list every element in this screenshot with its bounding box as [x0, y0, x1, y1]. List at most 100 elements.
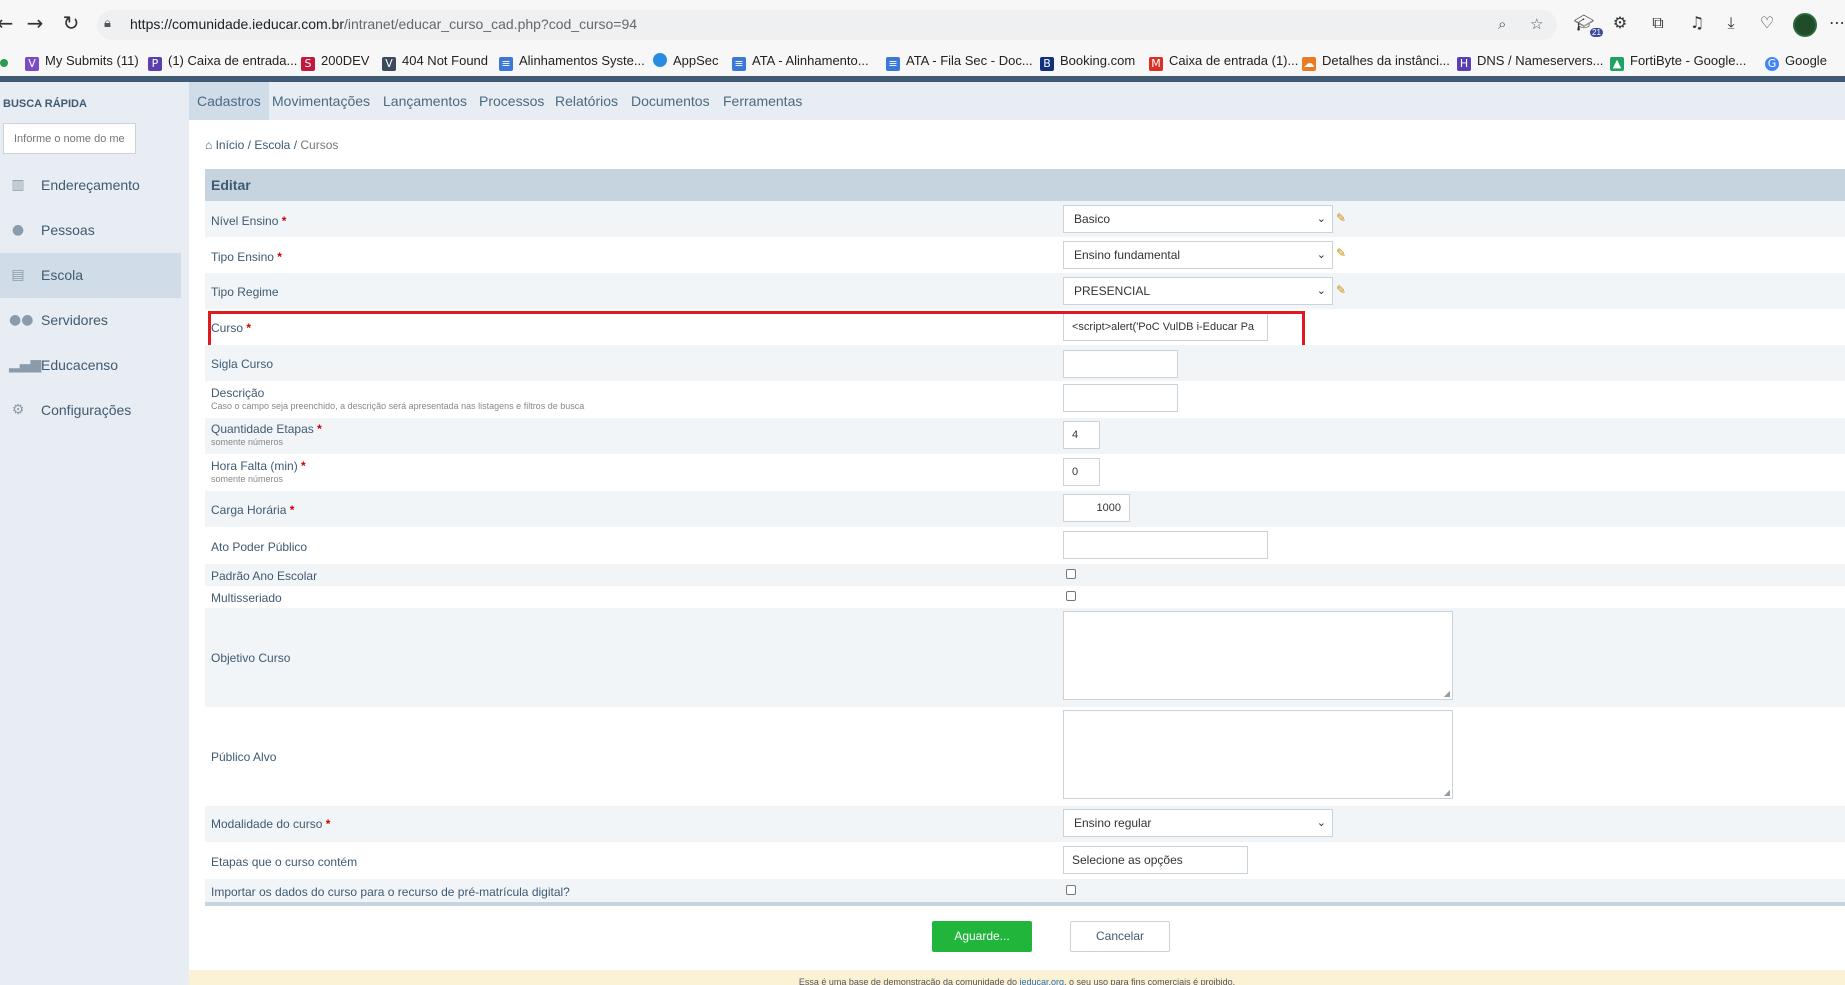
form-row-padrao-ano: Padrão Ano Escolar: [205, 564, 1845, 586]
bookmark-item[interactable]: B Booking.com: [1040, 50, 1135, 72]
save-button[interactable]: Aguarde...: [932, 921, 1032, 952]
sidebar-item-enderecamento[interactable]: ▥ Endereçamento: [0, 163, 181, 208]
menu-relatorios[interactable]: Relatórios: [547, 82, 626, 120]
objetivo-label: Objetivo Curso: [211, 651, 291, 665]
resize-handle-icon[interactable]: ◢: [1444, 788, 1450, 797]
bookmark-item[interactable]: ≡ ATA - Alinhamento...: [732, 50, 869, 72]
publico-textarea[interactable]: ◢: [1063, 710, 1453, 799]
hora-falta-input[interactable]: 0: [1063, 458, 1100, 486]
objetivo-textarea[interactable]: ◢: [1063, 611, 1453, 700]
tipo-regime-label: Tipo Regime: [211, 285, 279, 299]
breadcrumb-home[interactable]: Início: [216, 138, 245, 152]
importar-checkbox[interactable]: [1066, 885, 1076, 895]
edit-icon[interactable]: ✎: [1336, 211, 1348, 225]
status-dot-icon: [0, 59, 8, 67]
bookmark-item[interactable]: P (1) Caixa de entrada...: [148, 50, 297, 72]
google-icon: G: [1765, 57, 1779, 71]
edit-icon[interactable]: ✎: [1336, 283, 1348, 297]
nivel-ensino-select[interactable]: Basico ⌄: [1063, 205, 1333, 233]
menu-lancamentos[interactable]: Lançamentos: [375, 82, 475, 120]
form-row-descricao: Descrição Caso o campo seja preenchido, …: [205, 381, 1845, 418]
more-menu-icon[interactable]: ⋯: [1826, 13, 1845, 35]
bookmark-item[interactable]: AppSec: [653, 50, 719, 72]
edit-icon[interactable]: ✎: [1336, 246, 1348, 260]
form-row-multisseriado: Multisseriado: [205, 586, 1845, 608]
v-icon: V: [382, 57, 396, 71]
bookmark-item[interactable]: V 404 Not Found: [382, 50, 488, 72]
tipo-ensino-select[interactable]: Ensino fundamental ⌄: [1063, 241, 1333, 269]
lock-icon[interactable]: 🔒︎: [104, 16, 111, 31]
ato-poder-input[interactable]: [1063, 531, 1268, 559]
bookmark-item[interactable]: V My Submits (11): [25, 50, 139, 72]
etapas-multiselect[interactable]: Selecione as opções: [1063, 846, 1248, 874]
menu-movimentacoes[interactable]: Movimentações: [264, 82, 378, 120]
bookmark-item[interactable]: S 200DEV: [301, 50, 369, 72]
split-screen-icon[interactable]: ⧉: [1647, 13, 1669, 35]
sidebar-item-escola[interactable]: ▤ Escola: [0, 253, 181, 298]
home-icon[interactable]: ⌂: [205, 138, 212, 152]
form-row-carga-horaria: Carga Horária *: [205, 491, 1845, 527]
forward-icon[interactable]: →: [24, 12, 46, 34]
multisseriado-checkbox[interactable]: [1066, 591, 1076, 601]
reload-icon[interactable]: ↻: [60, 12, 82, 34]
qtd-etapas-input[interactable]: 4: [1063, 421, 1100, 449]
sidebar-item-configuracoes[interactable]: ⚙ Configurações: [0, 388, 181, 433]
tipo-regime-select[interactable]: PRESENCIAL ⌄: [1063, 277, 1333, 305]
vulnerability-icon: V: [25, 57, 39, 71]
health-icon[interactable]: ♡: [1756, 13, 1778, 35]
puzzle-icon[interactable]: ⚙: [1609, 13, 1631, 35]
menu-processos[interactable]: Processos: [471, 82, 552, 120]
sigla-input[interactable]: [1063, 350, 1178, 378]
back-icon[interactable]: ←: [0, 12, 16, 34]
ato-poder-label: Ato Poder Público: [211, 540, 308, 554]
favorites-icon[interactable]: ♫: [1686, 13, 1708, 35]
profile-avatar[interactable]: [1793, 13, 1817, 37]
carga-horaria-input[interactable]: 1000: [1063, 494, 1130, 522]
quick-search-title: BUSCA RÁPIDA: [3, 98, 87, 110]
modalidade-select[interactable]: Ensino regular ⌄: [1063, 809, 1333, 837]
bookmark-item[interactable]: ≡ ATA - Fila Sec - Doc...: [886, 50, 1033, 72]
users-icon: ●●: [9, 312, 34, 328]
menu-documentos[interactable]: Documentos: [623, 82, 718, 120]
h-icon: H: [1457, 57, 1471, 71]
bookmark-item[interactable]: [0, 50, 22, 72]
importar-label: Importar os dados do curso para o recurs…: [211, 885, 570, 899]
tipo-ensino-label: Tipo Ensino: [211, 250, 274, 264]
form-row-objetivo: Objetivo Curso: [205, 608, 1845, 707]
bookmark-item[interactable]: M Caixa de entrada (1)...: [1149, 50, 1298, 72]
breadcrumb-escola[interactable]: Escola: [254, 138, 290, 152]
b-icon: B: [1040, 57, 1054, 71]
bookmark-item[interactable]: ▲ FortiByte - Google...: [1610, 50, 1746, 72]
form-row-etapas: Etapas que o curso contém: [205, 842, 1845, 879]
sidebar-item-pessoas[interactable]: ● Pessoas: [0, 208, 181, 253]
url-text[interactable]: https://comunidade.ieducar.com.br/intran…: [130, 16, 637, 32]
descricao-input[interactable]: [1063, 384, 1178, 412]
padrao-ano-checkbox[interactable]: [1066, 569, 1076, 579]
sidebar-item-educacenso[interactable]: ▂▄▆ Educacenso: [0, 343, 181, 388]
menu-search-input[interactable]: [3, 123, 136, 154]
menu-cadastros[interactable]: Cadastros: [189, 82, 269, 120]
drive-icon: ▲: [1610, 57, 1624, 71]
footer-link[interactable]: ieducar.org: [1020, 977, 1065, 985]
doc-icon: ≡: [886, 57, 900, 71]
download-icon[interactable]: ⤓: [1720, 13, 1742, 35]
bookmark-item[interactable]: H DNS / Nameservers...: [1457, 50, 1603, 72]
cancel-button[interactable]: Cancelar: [1070, 921, 1170, 952]
gear-icon: ⚙: [11, 402, 25, 418]
carga-horaria-label: Carga Horária: [211, 503, 287, 517]
bookmark-item[interactable]: G Google: [1765, 50, 1827, 72]
bookmark-item[interactable]: ☁ Detalhes da instânci...: [1302, 50, 1450, 72]
sidebar-item-servidores[interactable]: ●● Servidores: [0, 298, 181, 343]
map-icon: ▥: [11, 177, 25, 193]
sigla-label: Sigla Curso: [211, 357, 274, 371]
bar-chart-icon: ▂▄▆: [9, 357, 42, 373]
menu-ferramentas[interactable]: Ferramentas: [715, 82, 810, 120]
demo-notice: Essa é uma base de demonstração da comun…: [189, 970, 1845, 985]
star-icon[interactable]: ☆: [1530, 15, 1543, 33]
cloud-icon: ☁: [1302, 57, 1316, 71]
descricao-label: Descrição: [211, 386, 265, 400]
zoom-icon[interactable]: ⌕: [1498, 15, 1506, 33]
bookmark-item[interactable]: ≡ Alinhamentos Syste...: [499, 50, 645, 72]
form-bottom-border: [205, 902, 1845, 906]
resize-handle-icon[interactable]: ◢: [1444, 689, 1450, 698]
